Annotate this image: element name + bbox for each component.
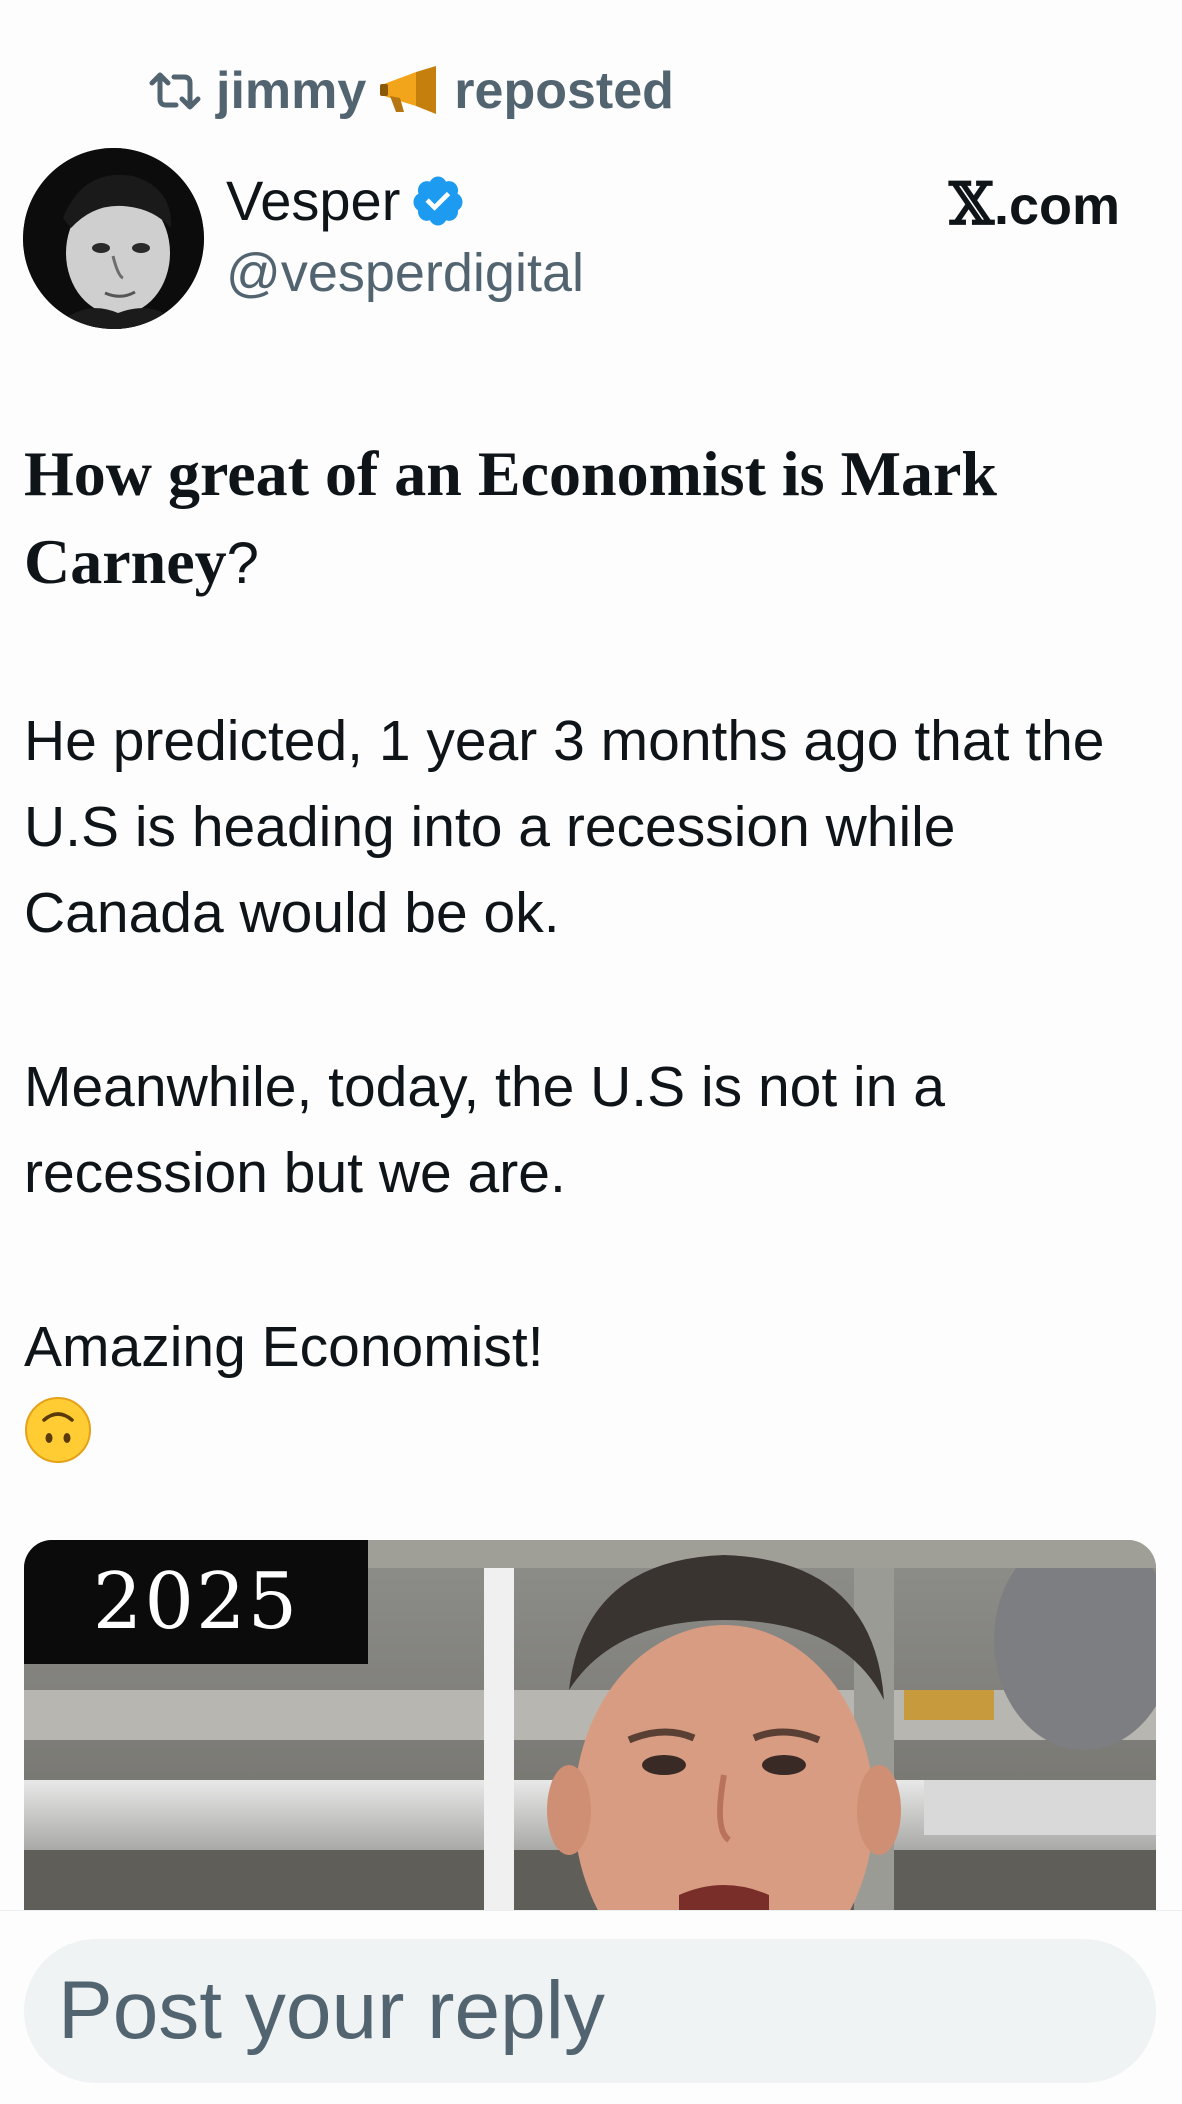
reply-input[interactable]: Post your reply <box>24 1939 1156 2083</box>
source-domain[interactable]: 𝕏 .com <box>949 170 1120 238</box>
post-paragraph: He predicted, 1 year 3 months ago that t… <box>24 709 1105 945</box>
post-headline: How great of an Economist is Mark Carney… <box>24 430 1154 608</box>
repost-label: reposted <box>454 62 674 120</box>
post-headline-main: How great of an Economist is Mark Carney <box>24 438 997 597</box>
post-text: How great of an Economist is Mark Carney… <box>24 430 1154 1470</box>
post-media-video[interactable]: 2025 <box>24 1540 1156 1910</box>
megaphone-emoji <box>380 66 437 114</box>
repost-user[interactable]: jimmy <box>216 61 366 121</box>
verified-badge-icon <box>413 176 463 225</box>
author-avatar[interactable] <box>23 148 204 329</box>
x-logo-icon: 𝕏 <box>948 170 994 238</box>
post-paragraph: Meanwhile, today, the U.S is not in a re… <box>24 1055 945 1205</box>
author-handle[interactable]: @vesperdigital <box>226 242 584 304</box>
avatar-image <box>23 148 204 329</box>
repost-icon <box>149 72 201 110</box>
source-domain-suffix: .com <box>993 176 1120 236</box>
author-name[interactable]: Vesper <box>226 168 400 233</box>
repost-indicator[interactable]: jimmy reposted <box>146 56 674 126</box>
author-name-row[interactable]: Vesper <box>226 168 466 233</box>
media-year-label: 2025 <box>24 1540 368 1664</box>
reply-bar: Post your reply <box>0 1910 1182 2104</box>
upside-down-face-emoji <box>25 1397 91 1463</box>
post-emoji-row <box>24 1390 1154 1470</box>
post-headline-punct: ? <box>226 531 259 596</box>
post-paragraph: Amazing Economist! <box>24 1315 544 1379</box>
post-screen: jimmy reposted Vesper @vesperdigital 𝕏 .… <box>0 0 1182 2104</box>
